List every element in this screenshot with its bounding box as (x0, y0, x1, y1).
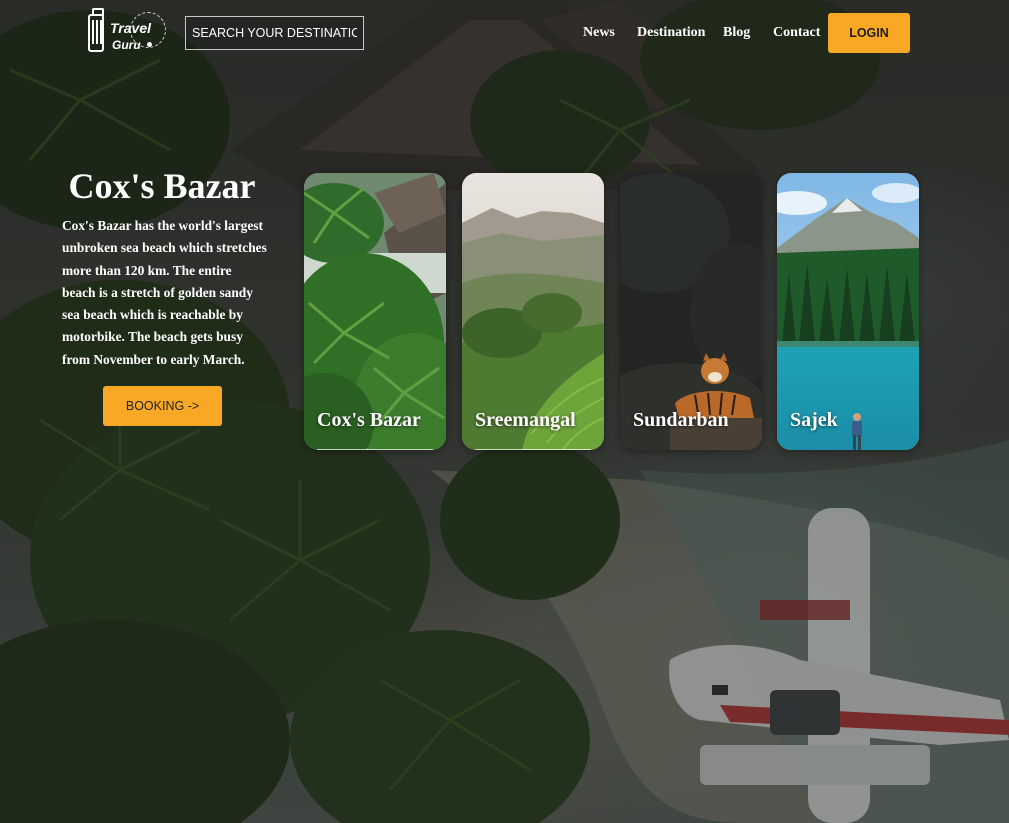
logo-dot (147, 42, 152, 47)
destination-card-coxs-bazar[interactable]: Cox's Bazar (304, 173, 446, 450)
card-label: Cox's Bazar (317, 409, 421, 431)
destination-card-sajek[interactable]: Sajek (777, 173, 919, 450)
card-underline (475, 449, 591, 450)
booking-button[interactable]: BOOKING -> (103, 386, 222, 426)
card-label: Sundarban (633, 409, 729, 431)
login-button[interactable]: LOGIN (828, 13, 910, 53)
nav-destination[interactable]: Destination (637, 25, 705, 41)
nav-blog[interactable]: Blog (723, 25, 750, 41)
brand-name-line1: Travel (110, 20, 151, 36)
card-label: Sreemangal (475, 409, 576, 431)
nav-contact[interactable]: Contact (773, 25, 820, 41)
hero-title: Cox's Bazar (68, 166, 256, 206)
destination-card-sreemangal[interactable]: Sreemangal (462, 173, 604, 450)
brand-name-line2: Guru (112, 38, 141, 52)
destination-card-sundarban[interactable]: Sundarban (620, 173, 762, 450)
card-underline (317, 449, 433, 450)
card-label: Sajek (790, 409, 838, 431)
search-input[interactable] (185, 16, 364, 50)
nav-news[interactable]: News (583, 25, 615, 41)
hero-description: Cox's Bazar has the world's largest unbr… (62, 218, 267, 367)
suitcase-icon (88, 8, 104, 52)
brand-logo[interactable]: Travel Guru (86, 8, 170, 58)
